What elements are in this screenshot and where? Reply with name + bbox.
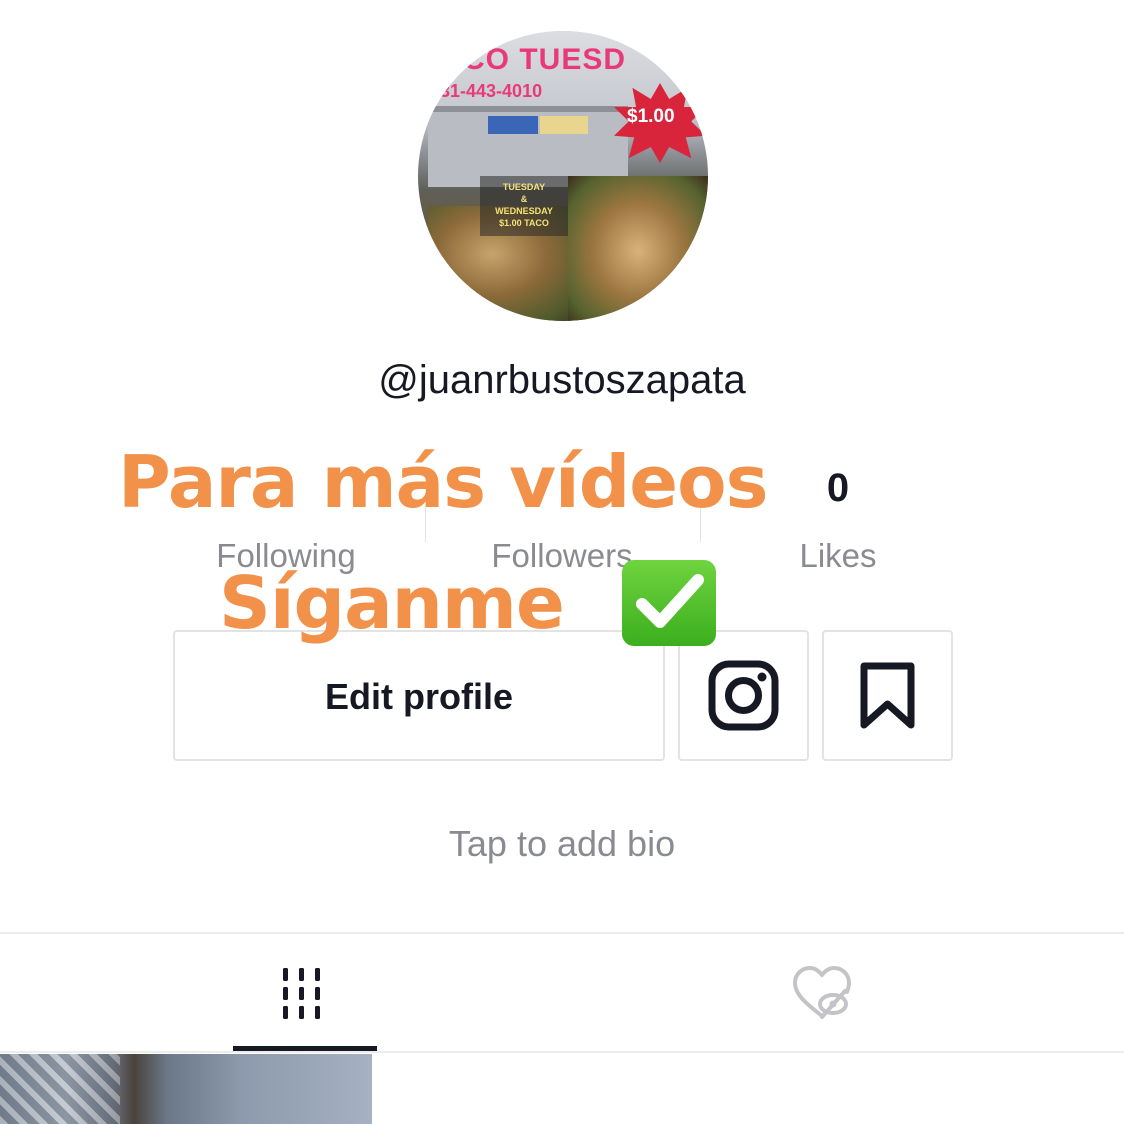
edit-profile-button[interactable]: Edit profile — [173, 630, 665, 761]
check-mark-button-emoji — [622, 560, 716, 646]
tab-liked-videos[interactable] — [562, 934, 1124, 1046]
check-mark-icon — [636, 574, 704, 628]
video-thumbnail-texture — [0, 1054, 120, 1124]
overlay-text-line2: Síganme — [219, 561, 565, 645]
overlay-text-line1: Para más vídeos — [118, 440, 768, 524]
instagram-button[interactable] — [678, 630, 809, 761]
add-bio-prompt[interactable]: Tap to add bio — [0, 823, 1124, 865]
likes-label[interactable]: Likes — [698, 537, 978, 575]
avatar-banner-text: CO TUESD — [463, 43, 627, 76]
avatar-store-sign-pollo — [540, 116, 588, 134]
instagram-icon — [708, 660, 779, 731]
liked-videos-private-icon — [793, 966, 851, 1019]
profile-avatar[interactable]: CO TUESD 31-443-4010 $1.00 TUESDAY & WED… — [418, 31, 708, 321]
video-thumbnail[interactable] — [0, 1054, 372, 1124]
likes-count[interactable]: 0 — [738, 466, 938, 511]
avatar-store-sign — [488, 116, 538, 134]
tab-videos[interactable] — [0, 934, 562, 1046]
edit-profile-label: Edit profile — [325, 676, 513, 717]
avatar-phone-text: 31-443-4010 — [440, 81, 543, 101]
avatar-price-text: $1.00 — [627, 106, 675, 127]
bookmark-icon — [860, 662, 915, 729]
grid-icon — [283, 968, 320, 1019]
favorites-button[interactable] — [822, 630, 953, 761]
avatar-tacos-image-right — [568, 176, 708, 321]
avatar-menu-text: TUESDAY & WEDNESDAY $1.00 TACO — [495, 182, 553, 228]
profile-username: @juanrbustoszapata — [378, 358, 746, 402]
tab-divider — [0, 1051, 1124, 1053]
